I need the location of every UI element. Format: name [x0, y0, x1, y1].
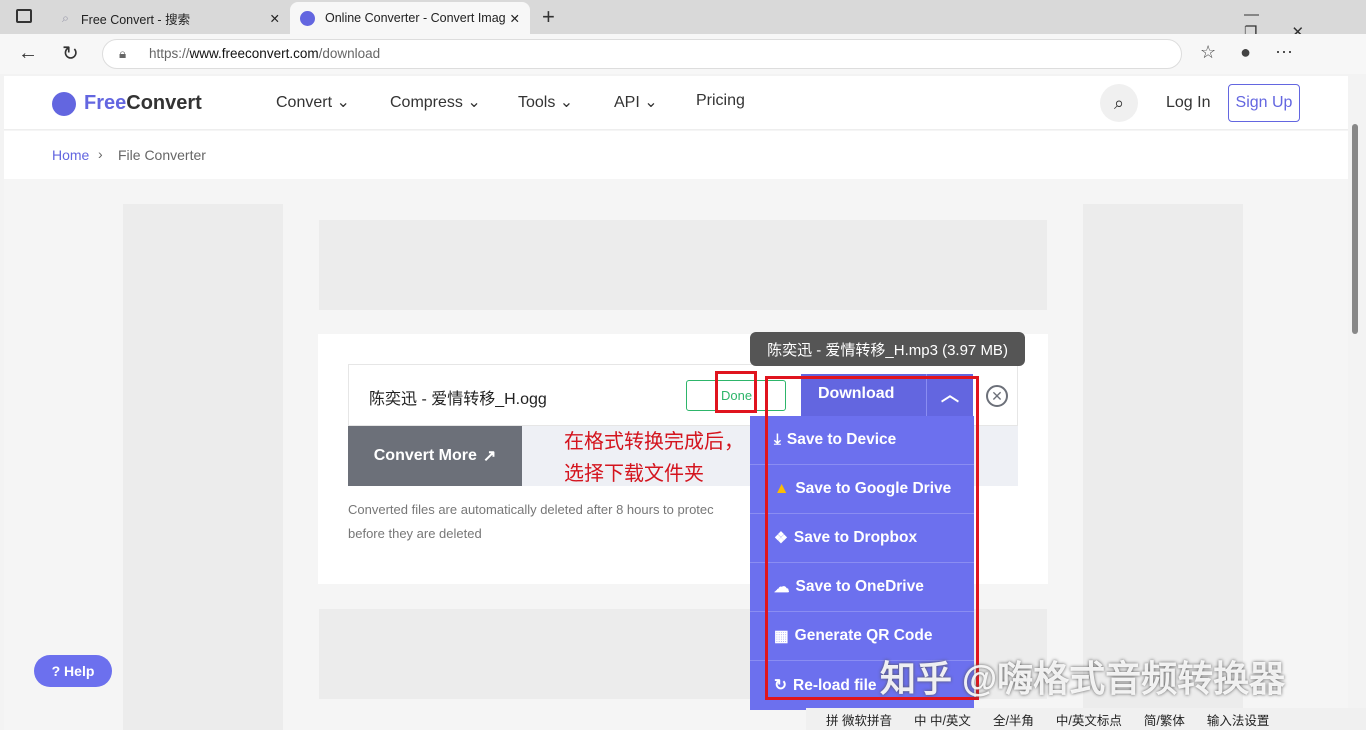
annotation: 在格式转换完成后， 选择下载文件夹: [564, 426, 744, 490]
ime-item[interactable]: 中/英文标点: [1056, 710, 1122, 729]
nav-convert[interactable]: Convert ⌄: [276, 92, 350, 112]
url-prefix: https://: [149, 46, 190, 61]
note-line: before they are deleted: [348, 526, 482, 541]
help-label: Help: [64, 663, 95, 679]
breadcrumb-current: File Converter: [118, 147, 206, 163]
ad-top: [319, 220, 1047, 310]
nav-pricing[interactable]: Pricing: [696, 92, 745, 110]
url-host: www.freeconvert.com: [189, 46, 319, 61]
tab-freeconvert[interactable]: Online Converter - Convert Image ✕: [290, 2, 530, 34]
tab-title: Free Convert - 搜索: [81, 12, 191, 27]
refresh-icon[interactable]: ↻: [62, 41, 79, 66]
tab-bar: ⌕ Free Convert - 搜索 ✕ Online Converter - C…: [0, 0, 1366, 41]
watermark: 知乎 @嗨格式音频转换器: [880, 658, 1286, 699]
ime-item[interactable]: 拼 微软拼音: [826, 710, 892, 729]
site-header: FreeConvert ⌕ Log In Sign Up: [4, 76, 1348, 130]
convert-more-label: Convert More: [373, 447, 477, 464]
ime-item[interactable]: 全/半角: [993, 710, 1034, 729]
search-icon[interactable]: ⌕: [1100, 84, 1138, 122]
tab-title: Online Converter - Convert Image: [325, 11, 505, 25]
remove-file-icon[interactable]: ✕: [986, 385, 1008, 407]
annotation-line: 在格式转换完成后，: [564, 431, 744, 453]
highlight-done: [715, 371, 757, 413]
annotation-line: 选择下载文件夹: [564, 463, 704, 485]
close-tab-icon[interactable]: ✕: [510, 11, 520, 26]
chevron-right-icon: ›: [98, 146, 103, 162]
tab-actions-icon[interactable]: [16, 9, 32, 23]
signup-button[interactable]: Sign Up: [1228, 84, 1300, 122]
tab-search[interactable]: ⌕ Free Convert - 搜索 ✕: [52, 2, 288, 34]
nav-label: Convert: [276, 94, 333, 111]
close-tab-icon[interactable]: ✕: [270, 11, 280, 26]
ime-item[interactable]: 简/繁体: [1144, 710, 1185, 729]
note-line: Converted files are automatically delete…: [348, 502, 714, 517]
tooltip-text: 陈奕迅 - 爱情转移_H.mp3 (3.97 MB): [767, 341, 1008, 359]
logo-free: Free: [84, 92, 127, 114]
logo-convert: Convert: [126, 92, 202, 114]
logo[interactable]: FreeConvert: [84, 92, 202, 115]
browser-toolbar-icons[interactable]: ☆●⋯: [1200, 42, 1317, 63]
help-icon: ?: [51, 663, 65, 679]
breadcrumb-home[interactable]: Home: [52, 147, 89, 163]
login-link[interactable]: Log In: [1166, 94, 1210, 112]
lock-icon: 🔒︎: [119, 46, 127, 61]
breadcrumb: Home › File Converter: [4, 131, 1348, 179]
url-path: /download: [318, 46, 381, 61]
url-input[interactable]: 🔒︎ https://www.freeconvert.com/download: [102, 39, 1182, 69]
favicon-icon: [300, 10, 315, 26]
back-icon[interactable]: ←: [18, 42, 38, 65]
ime-item[interactable]: 中 中/英文: [914, 710, 971, 729]
file-name: 陈奕迅 - 爱情转移_H.ogg: [369, 391, 547, 408]
convert-more-button[interactable]: Convert More ↗: [348, 426, 522, 486]
ime-item[interactable]: 输入法设置: [1207, 710, 1270, 729]
nav-label: Tools: [518, 94, 556, 111]
nav-tools[interactable]: Tools ⌄: [518, 92, 573, 112]
ad-left: [123, 204, 283, 730]
nav-label: Compress: [390, 94, 463, 111]
new-tab-icon[interactable]: +: [542, 4, 555, 30]
ime-toolbar: 拼 微软拼音 中 中/英文 全/半角 中/英文标点 简/繁体 输入法设置: [806, 708, 1366, 730]
file-tooltip: 陈奕迅 - 爱情转移_H.mp3 (3.97 MB): [750, 332, 1025, 366]
external-link-icon: ↗: [482, 448, 497, 465]
deletion-note: Converted files are automatically delete…: [348, 498, 714, 546]
nav-compress[interactable]: Compress ⌄: [390, 92, 481, 112]
nav-api[interactable]: API ⌄: [614, 92, 658, 112]
logo-icon: [52, 92, 76, 116]
help-button[interactable]: ? Help: [34, 655, 112, 687]
scrollbar[interactable]: [1348, 76, 1366, 730]
nav-label: API: [614, 94, 640, 111]
